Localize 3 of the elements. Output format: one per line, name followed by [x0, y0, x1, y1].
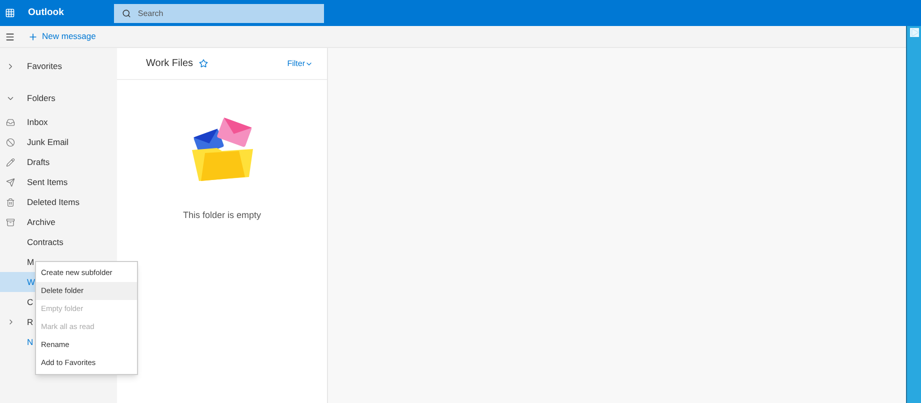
empty-message: This folder is empty — [182, 209, 262, 222]
folder-title: Work Files — [146, 57, 194, 71]
app-title: Outlook — [28, 6, 64, 20]
